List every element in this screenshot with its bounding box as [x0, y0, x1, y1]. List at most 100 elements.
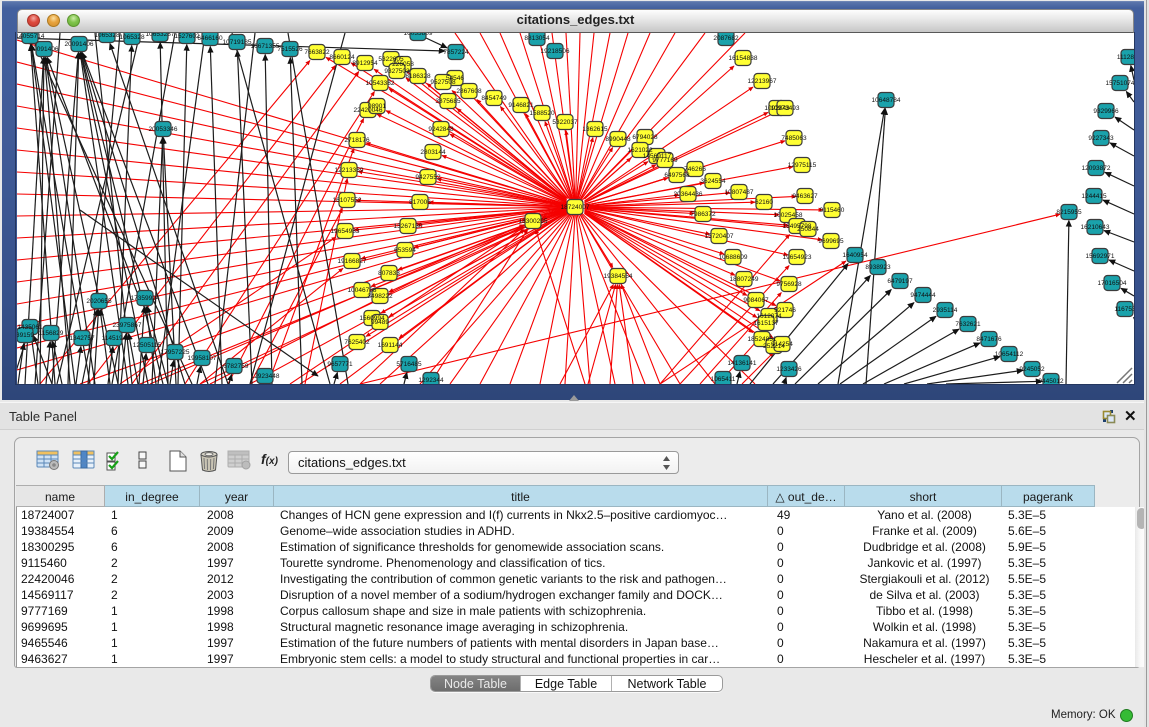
- svg-text:8938923: 8938923: [865, 264, 891, 271]
- svg-text:1145194: 1145194: [102, 335, 127, 342]
- svg-text:12923448: 12923448: [251, 373, 280, 380]
- svg-text:10543382: 10543382: [366, 80, 395, 87]
- svg-text:8912954: 8912954: [352, 60, 378, 67]
- svg-text:7857224: 7857224: [443, 49, 469, 56]
- svg-text:1292344: 1292344: [418, 377, 444, 384]
- svg-text:16033809: 16033809: [404, 33, 433, 37]
- svg-text:19958107: 19958107: [188, 355, 217, 362]
- svg-text:19654923: 19654923: [783, 254, 812, 261]
- svg-text:15751074: 15751074: [1106, 80, 1134, 87]
- svg-text:921746: 921746: [774, 307, 796, 314]
- svg-text:16154838: 16154838: [729, 55, 758, 62]
- svg-text:98901: 98901: [368, 103, 386, 110]
- svg-text:2935114: 2935114: [933, 307, 958, 314]
- svg-text:18300295: 18300295: [519, 218, 548, 225]
- svg-text:1244415: 1244415: [1081, 193, 1107, 200]
- svg-text:5322037: 5322037: [552, 119, 578, 126]
- svg-text:14136141: 14136141: [728, 360, 757, 367]
- svg-text:17957225: 17957225: [161, 349, 190, 356]
- svg-text:3624554: 3624554: [700, 178, 726, 185]
- svg-text:12975115: 12975115: [788, 162, 817, 169]
- svg-text:6466160: 6466160: [197, 35, 223, 42]
- svg-text:116753: 116753: [1114, 306, 1134, 313]
- svg-text:6794028: 6794028: [632, 134, 658, 141]
- svg-text:9445012: 9445012: [1038, 378, 1064, 384]
- svg-text:6497568: 6497568: [664, 172, 690, 179]
- svg-text:13267130: 13267130: [394, 223, 423, 230]
- svg-text:2803144: 2803144: [420, 149, 446, 156]
- svg-text:8660124: 8660124: [329, 54, 355, 61]
- svg-text:99489: 99489: [371, 319, 389, 326]
- svg-text:8215955: 8215955: [1056, 209, 1082, 216]
- svg-text:653594: 653594: [394, 247, 416, 254]
- svg-text:39159: 39159: [17, 332, 34, 339]
- svg-text:9115460: 9115460: [820, 207, 845, 214]
- svg-text:20091406: 20091406: [65, 41, 94, 48]
- svg-text:2718176: 2718176: [344, 137, 370, 144]
- svg-text:15692971: 15692971: [1086, 253, 1115, 260]
- svg-text:14055714: 14055714: [17, 33, 45, 40]
- svg-text:1112803: 1112803: [1117, 54, 1134, 61]
- svg-text:1691144: 1691144: [378, 342, 403, 349]
- svg-text:7986372: 7986372: [690, 211, 716, 218]
- svg-text:9227343: 9227343: [1088, 135, 1114, 142]
- svg-text:7485063: 7485063: [781, 135, 807, 142]
- svg-text:9427552: 9427552: [415, 174, 441, 181]
- svg-text:5716485: 5716485: [396, 361, 422, 368]
- svg-text:23975867: 23975867: [113, 322, 142, 329]
- svg-text:10653287: 10653287: [146, 33, 175, 38]
- svg-text:9242848: 9242848: [428, 126, 454, 133]
- svg-text:10648784: 10648784: [872, 97, 901, 104]
- svg-text:12505115: 12505115: [133, 342, 162, 349]
- svg-text:10973493: 10973493: [771, 105, 800, 112]
- svg-text:807833: 807833: [378, 270, 400, 277]
- svg-text:2087682: 2087682: [713, 35, 739, 42]
- svg-text:12213389: 12213389: [335, 167, 364, 174]
- svg-text:7625402: 7625402: [344, 339, 370, 346]
- svg-text:9527508: 9527508: [430, 79, 456, 86]
- svg-text:2020655: 2020655: [86, 298, 112, 305]
- svg-text:17016504: 17016504: [1098, 280, 1127, 287]
- svg-text:9146821: 9146821: [508, 102, 534, 109]
- svg-text:1065411: 1065411: [711, 376, 736, 383]
- svg-text:19218506: 19218506: [541, 48, 570, 55]
- svg-text:7515526: 7515526: [277, 46, 303, 53]
- svg-text:10025458: 10025458: [774, 212, 803, 219]
- svg-text:9245052: 9245052: [1019, 366, 1045, 373]
- svg-text:9463627: 9463627: [792, 193, 818, 200]
- svg-text:8990448: 8990448: [605, 136, 631, 143]
- svg-text:1588520: 1588520: [529, 110, 555, 117]
- svg-text:17359924: 17359924: [131, 295, 160, 302]
- svg-text:8813054: 8813054: [524, 35, 550, 42]
- svg-text:19654983: 19654983: [331, 228, 360, 235]
- svg-text:12213967: 12213967: [748, 78, 777, 85]
- svg-text:8471676: 8471676: [976, 336, 1002, 343]
- svg-text:10688609: 10688609: [719, 254, 748, 261]
- svg-text:20053346: 20053346: [149, 126, 178, 133]
- svg-text:1065328: 1065328: [119, 34, 145, 41]
- svg-text:1612074: 1612074: [756, 313, 782, 320]
- svg-text:1527602: 1527602: [174, 33, 200, 40]
- svg-text:12093872: 12093872: [1082, 165, 1111, 172]
- svg-text:1342757: 1342757: [69, 335, 95, 342]
- svg-text:1362615: 1362615: [582, 126, 608, 133]
- svg-text:914254: 914254: [771, 341, 793, 348]
- svg-text:7663822: 7663822: [304, 49, 330, 56]
- svg-text:9084067: 9084067: [743, 297, 769, 304]
- svg-text:9474444: 9474444: [910, 292, 936, 299]
- svg-text:3498222: 3498222: [367, 293, 393, 300]
- svg-text:16671355: 16671355: [251, 43, 280, 50]
- svg-text:226058: 226058: [392, 61, 414, 68]
- svg-text:817006: 817006: [409, 199, 431, 206]
- svg-text:20364436: 20364436: [674, 191, 703, 198]
- svg-text:8186328: 8186328: [405, 73, 431, 80]
- svg-text:10719185: 10719185: [223, 39, 252, 46]
- svg-text:16107552: 16107552: [333, 197, 362, 204]
- svg-text:9329966: 9329966: [1093, 108, 1119, 115]
- svg-text:250844: 250844: [797, 226, 819, 233]
- svg-text:20091406: 20091406: [30, 46, 59, 53]
- svg-text:9756928: 9756928: [776, 281, 802, 288]
- svg-text:18724007: 18724007: [561, 204, 590, 211]
- svg-text:1156829: 1156829: [39, 330, 64, 337]
- svg-text:9657771: 9657771: [327, 361, 353, 368]
